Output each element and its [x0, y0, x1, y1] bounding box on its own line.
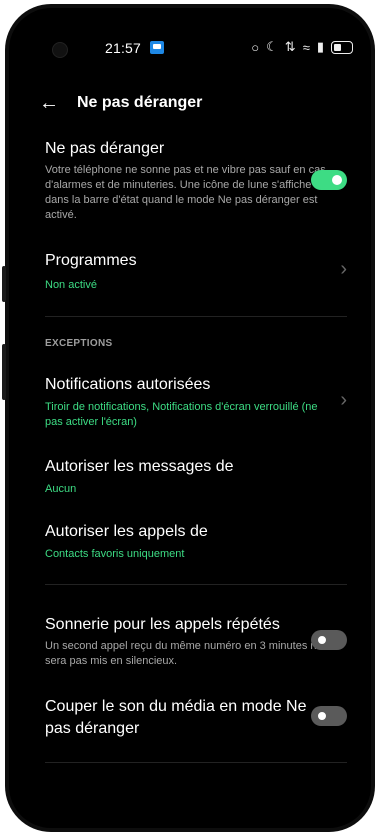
toggle-knob — [316, 710, 328, 722]
schedules-title: Programmes — [45, 252, 137, 269]
toggle-knob — [316, 634, 328, 646]
status-time: 21:57 — [105, 40, 142, 56]
chevron-right-icon: › — [340, 258, 347, 280]
divider — [45, 316, 347, 317]
wifi-icon: ≈ — [302, 39, 310, 55]
moon-icon: ☾ — [266, 39, 278, 54]
status-icons: ○ ☾ ⇅ ≈ ▮ — [251, 39, 353, 55]
messages-value: Aucun — [45, 483, 77, 495]
notifications-value: Tiroir de notifications, Notifications d… — [45, 401, 318, 428]
back-arrow-icon[interactable]: ← — [39, 92, 59, 115]
dnd-toggle[interactable] — [311, 170, 347, 190]
dnd-description: Votre téléphone ne sonne pas et ne vibre… — [45, 164, 326, 221]
calls-text: Autoriser les appels de Contacts favoris… — [45, 521, 335, 562]
side-button — [2, 266, 6, 302]
messages-text: Autoriser les messages de Aucun — [45, 456, 335, 497]
side-button — [2, 344, 6, 400]
dnd-title: Ne pas déranger — [45, 140, 165, 157]
status-bar: 21:57 ○ ☾ ⇅ ≈ ▮ — [9, 34, 371, 70]
notifications-title: Notifications autorisées — [45, 376, 211, 393]
repeat-calls-title: Sonnerie pour les appels répétés — [45, 616, 280, 633]
notifications-text: Notifications autorisées Tiroir de notif… — [45, 374, 337, 430]
mute-media-title: Couper le son du média en mode Ne pas dé… — [45, 698, 307, 737]
data-icon: ⇅ — [284, 39, 296, 54]
chevron-right-icon: › — [340, 389, 347, 411]
repeat-calls-description: Un second appel reçu du même numéro en 3… — [45, 640, 323, 667]
messages-title: Autoriser les messages de — [45, 458, 234, 475]
calls-value: Contacts favoris uniquement — [45, 548, 185, 560]
divider — [45, 584, 347, 585]
toggle-knob — [332, 175, 342, 185]
repeat-calls-text: Sonnerie pour les appels répétés Un seco… — [45, 614, 335, 669]
calls-title: Autoriser les appels de — [45, 523, 208, 540]
front-camera — [52, 42, 68, 58]
schedules-status: Non activé — [45, 279, 97, 291]
divider — [45, 762, 347, 763]
mute-media-text: Couper le son du média en mode Ne pas dé… — [45, 696, 315, 740]
notification-icon — [150, 41, 164, 54]
alarm-icon: ○ — [251, 39, 260, 55]
signal-icon: ▮ — [316, 39, 324, 54]
dnd-text: Ne pas déranger Votre téléphone ne sonne… — [45, 138, 335, 223]
app-header: ← Ne pas déranger — [39, 88, 351, 118]
battery-icon — [331, 40, 353, 54]
phone-frame: 21:57 ○ ☾ ⇅ ≈ ▮ ← Ne pas déranger Ne pas… — [2, 4, 375, 832]
page-title: Ne pas déranger — [77, 94, 203, 111]
mute-media-toggle[interactable] — [311, 706, 347, 726]
schedules-text: Programmes Non activé — [45, 250, 335, 293]
screen: 21:57 ○ ☾ ⇅ ≈ ▮ ← Ne pas déranger Ne pas… — [9, 8, 371, 828]
repeat-calls-toggle[interactable] — [311, 630, 347, 650]
exceptions-section-label: EXCEPTIONS — [45, 338, 113, 349]
